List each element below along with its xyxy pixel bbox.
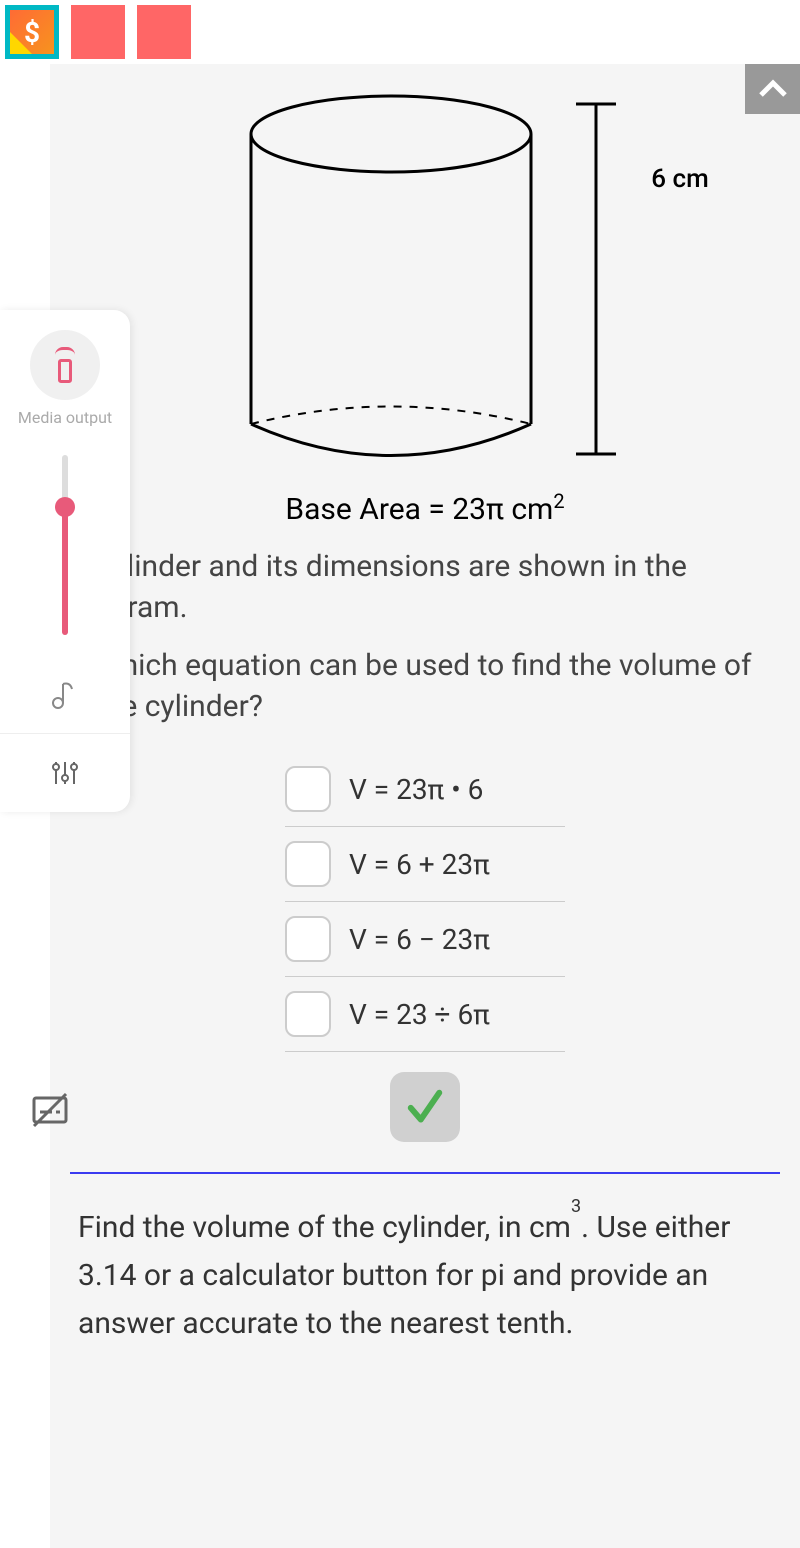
problem-question: Which equation can be used to find the v… <box>95 646 780 727</box>
main-content: 6 cm Base Area = 23π cm2 A cylinder and … <box>50 64 800 1548</box>
section-divider <box>70 1172 780 1174</box>
option-label-3: V = 6 − 23π <box>349 923 490 956</box>
option-row-3[interactable]: V = 6 − 23π <box>285 902 565 977</box>
captions-off-button[interactable] <box>30 1090 70 1134</box>
followup-text: Find the volume of the cylinder, in cm3.… <box>70 1204 780 1348</box>
top-toolbar: $ <box>0 0 800 64</box>
option-label-1: V = 23π • 6 <box>349 773 483 806</box>
media-side-panel: Media output <box>0 310 130 812</box>
music-note-button[interactable] <box>0 655 130 733</box>
equalizer-icon <box>50 758 80 788</box>
height-bracket-icon <box>571 89 621 469</box>
media-device-icon <box>30 330 100 400</box>
cylinder-diagram: 6 cm <box>170 89 780 469</box>
captions-off-icon <box>30 1090 70 1130</box>
equalizer-button[interactable] <box>0 734 130 812</box>
cylinder-shape-icon <box>241 89 541 469</box>
red-button-2[interactable] <box>137 5 191 59</box>
slider-fill <box>62 505 68 635</box>
dollar-button[interactable]: $ <box>5 5 59 59</box>
height-label: 6 cm <box>651 164 708 194</box>
option-row-1[interactable]: V = 23π • 6 <box>285 752 565 827</box>
base-area-text: Base Area = 23π cm2 <box>70 489 780 527</box>
submit-button[interactable] <box>390 1072 460 1142</box>
collapse-button[interactable] <box>745 64 800 114</box>
checkbox-2[interactable] <box>285 841 331 887</box>
red-button-1[interactable] <box>71 5 125 59</box>
option-row-2[interactable]: V = 6 + 23π <box>285 827 565 902</box>
slider-thumb[interactable] <box>55 497 75 517</box>
option-label-2: V = 6 + 23π <box>349 848 490 881</box>
media-output-control[interactable]: Media output <box>0 310 130 435</box>
checkbox-1[interactable] <box>285 766 331 812</box>
checkbox-3[interactable] <box>285 916 331 962</box>
option-label-4: V = 23 ÷ 6π <box>349 998 490 1031</box>
chevron-up-icon <box>758 79 788 99</box>
volume-slider[interactable] <box>62 455 68 635</box>
options-list: V = 23π • 6 V = 6 + 23π V = 6 − 23π V = … <box>70 752 780 1142</box>
option-row-4[interactable]: V = 23 ÷ 6π <box>285 977 565 1052</box>
dollar-symbol: $ <box>24 16 40 49</box>
problem-intro: A cylinder and its dimensions are shown … <box>70 547 780 628</box>
checkmark-icon <box>404 1086 446 1128</box>
music-note-icon <box>50 679 80 709</box>
checkbox-4[interactable] <box>285 991 331 1037</box>
media-output-label: Media output <box>18 408 112 427</box>
